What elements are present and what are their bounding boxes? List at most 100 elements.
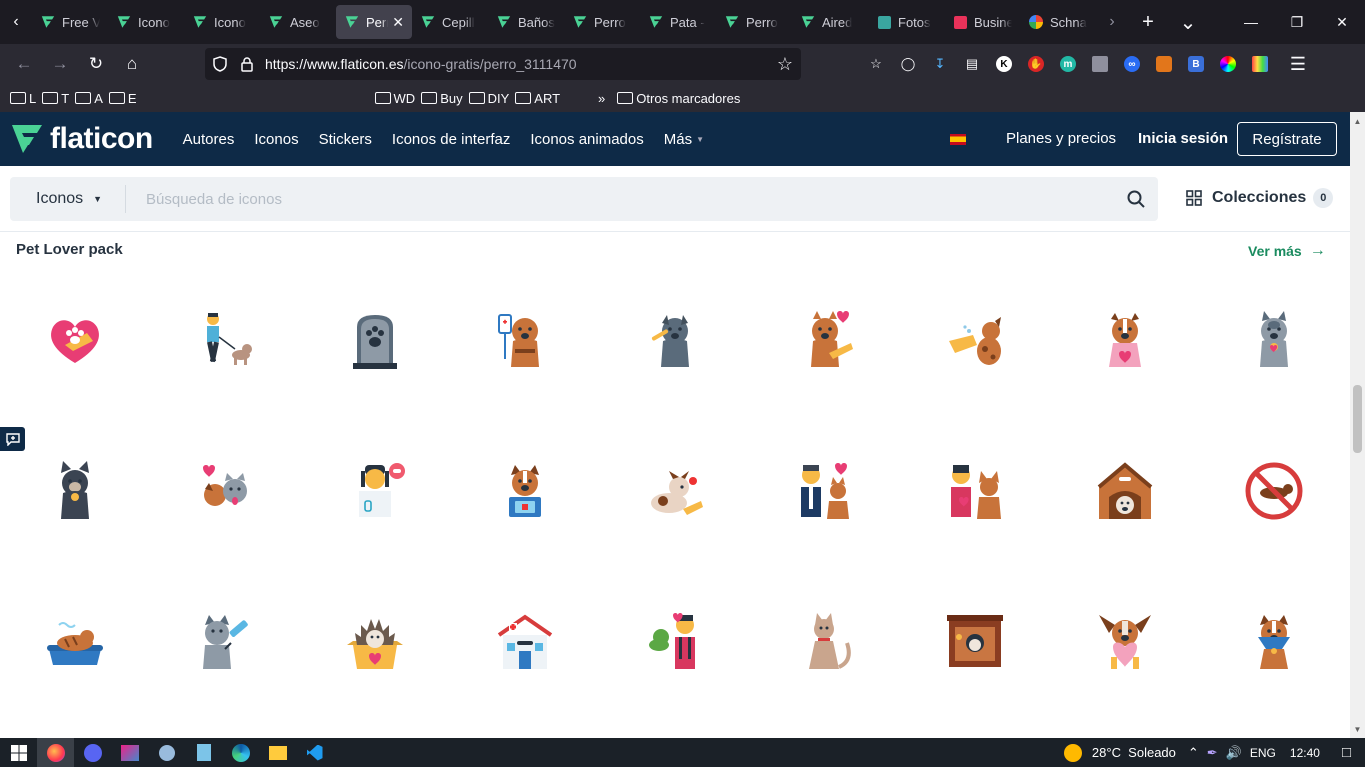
icon-card[interactable] — [1199, 416, 1349, 566]
tab-list-button[interactable]: ⌄ — [1168, 0, 1208, 44]
bookmark-folder-e[interactable]: E — [108, 91, 137, 106]
browser-tab[interactable]: Free V — [32, 5, 108, 39]
new-tab-button[interactable]: + — [1128, 0, 1168, 44]
ext-m-icon[interactable]: m — [1054, 50, 1082, 78]
icon-card[interactable] — [150, 566, 300, 716]
icon-card[interactable] — [150, 264, 300, 414]
icon-card[interactable] — [300, 416, 450, 566]
scroll-up-icon[interactable]: ▲ — [1350, 114, 1365, 128]
tab-scroll-right-icon[interactable]: › — [1096, 0, 1128, 44]
icon-card[interactable] — [600, 264, 750, 414]
nav-interface-icons[interactable]: Iconos de interfaz — [392, 131, 510, 148]
close-tab-icon[interactable]: ✕ — [392, 14, 404, 31]
browser-tab[interactable]: Pata - — [640, 5, 716, 39]
nav-more[interactable]: Más ▼ — [664, 131, 704, 148]
page-scrollbar[interactable]: ▲ ▼ — [1350, 112, 1365, 738]
pack-title[interactable]: Pet Lover pack — [16, 241, 123, 258]
feedback-icon[interactable] — [0, 427, 25, 451]
pocket-save-icon[interactable]: ◯ — [894, 50, 922, 78]
nav-authors[interactable]: Autores — [183, 131, 235, 148]
icon-card[interactable] — [150, 416, 300, 566]
search-input[interactable] — [126, 177, 1114, 221]
icon-card[interactable] — [900, 416, 1050, 566]
browser-tab[interactable]: Icono — [184, 5, 260, 39]
bookmark-folder-buy[interactable]: Buy — [421, 91, 463, 106]
scroll-down-icon[interactable]: ▼ — [1350, 722, 1365, 736]
pricing-link[interactable]: Planes y precios — [1006, 130, 1116, 147]
close-window-button[interactable]: ✕ — [1319, 0, 1365, 44]
icon-card[interactable] — [900, 264, 1050, 414]
bookmark-folder-art[interactable]: ART — [515, 91, 560, 106]
icon-card[interactable] — [1199, 264, 1349, 414]
bookmark-folder-diy[interactable]: DIY — [468, 91, 509, 106]
browser-tab[interactable]: Baños — [488, 5, 564, 39]
windows-start-icon[interactable] — [0, 738, 37, 767]
icon-card[interactable] — [1050, 566, 1200, 716]
minimize-button[interactable]: — — [1228, 0, 1274, 44]
pen-icon[interactable]: ✒ — [1207, 745, 1218, 761]
bookmark-folder-a[interactable]: A — [75, 91, 103, 106]
browser-tab[interactable]: Aired — [792, 5, 868, 39]
volume-icon[interactable]: 🔊 — [1226, 745, 1242, 761]
browser-tab[interactable]: Fotos — [868, 5, 944, 39]
paint-taskbar-icon[interactable] — [148, 738, 185, 767]
bookmark-folder-wd[interactable]: WD — [374, 91, 415, 106]
ext-k-icon[interactable]: K — [990, 50, 1018, 78]
ext-infinity-icon[interactable]: ∞ — [1118, 50, 1146, 78]
ext-color-wheel-icon[interactable] — [1214, 50, 1242, 78]
browser-tab[interactable]: Busine — [944, 5, 1020, 39]
restore-button[interactable]: ❐ — [1274, 0, 1320, 44]
ext-shield-icon[interactable]: B — [1182, 50, 1210, 78]
icon-card[interactable] — [1050, 264, 1200, 414]
download-icon[interactable]: ↧ — [926, 50, 954, 78]
icon-card[interactable] — [750, 566, 900, 716]
discord-taskbar-icon[interactable] — [74, 738, 111, 767]
firefox-taskbar-icon[interactable] — [37, 738, 74, 767]
bookmark-folder-l[interactable]: L — [10, 91, 36, 106]
collections-button[interactable]: Colecciones 0 — [1186, 188, 1334, 208]
icon-card[interactable] — [750, 416, 900, 566]
url-bar[interactable]: https://www.flaticon.es/icono-gratis/per… — [205, 48, 801, 80]
login-link[interactable]: Inicia sesión — [1138, 130, 1228, 147]
metamask-icon[interactable] — [1150, 50, 1178, 78]
browser-tab[interactable]: Schna — [1020, 5, 1096, 39]
notepad-taskbar-icon[interactable] — [185, 738, 222, 767]
icon-card[interactable] — [900, 566, 1050, 716]
photos-taskbar-icon[interactable] — [111, 738, 148, 767]
ext-palette-icon[interactable] — [1246, 50, 1274, 78]
url-text[interactable]: https://www.flaticon.es/icono-gratis/per… — [265, 56, 577, 72]
icon-card[interactable] — [600, 566, 750, 716]
chevron-up-icon[interactable]: ⌃ — [1188, 745, 1199, 761]
home-button[interactable]: ⌂ — [114, 48, 150, 80]
browser-tab[interactable]: Cepill — [412, 5, 488, 39]
icon-card[interactable] — [450, 416, 600, 566]
scrollbar-thumb[interactable] — [1353, 385, 1362, 453]
ext-book-icon[interactable] — [1086, 50, 1114, 78]
icon-card[interactable] — [450, 566, 600, 716]
vscode-taskbar-icon[interactable] — [296, 738, 333, 767]
bookmark-folder-t[interactable]: T — [42, 91, 69, 106]
icon-card[interactable] — [750, 264, 900, 414]
lock-icon[interactable] — [235, 56, 259, 72]
nav-icons[interactable]: Iconos — [254, 131, 298, 148]
clock[interactable]: 12:40 — [1290, 746, 1320, 760]
reload-button[interactable]: ↻ — [78, 48, 114, 80]
nav-stickers[interactable]: Stickers — [319, 131, 372, 148]
pocket-icon[interactable]: ☆ — [862, 50, 890, 78]
weather-text[interactable]: 28°C Soleado — [1092, 745, 1176, 760]
bookmark-star-icon[interactable]: ☆ — [777, 54, 793, 75]
browser-tab[interactable]: Icono — [108, 5, 184, 39]
notifications-icon[interactable]: □ — [1342, 744, 1351, 761]
browser-tab[interactable]: Perr ✕ — [336, 5, 412, 39]
register-button[interactable]: Regístrate — [1237, 122, 1337, 156]
other-bookmarks-folder[interactable]: Otros marcadores — [617, 91, 740, 106]
icon-card[interactable] — [1199, 566, 1349, 716]
reader-view-icon[interactable]: ▤ — [958, 50, 986, 78]
ext-hand-icon[interactable]: ✋ — [1022, 50, 1050, 78]
icon-card[interactable] — [0, 566, 150, 716]
spain-flag-icon[interactable] — [950, 134, 966, 145]
nav-animated-icons[interactable]: Iconos animados — [530, 131, 643, 148]
menu-icon[interactable]: ☰ — [1284, 50, 1312, 78]
sun-icon[interactable] — [1063, 743, 1082, 762]
back-button[interactable]: ← — [6, 48, 42, 80]
